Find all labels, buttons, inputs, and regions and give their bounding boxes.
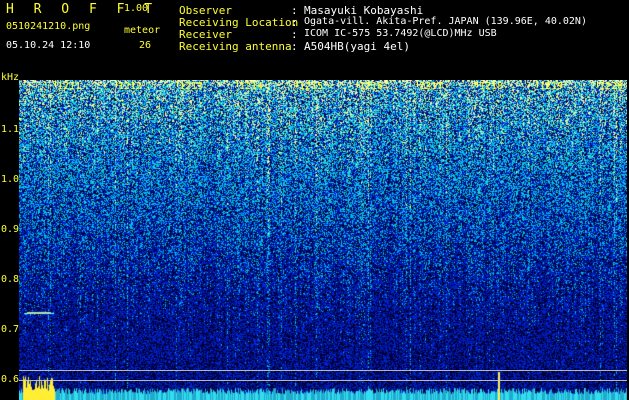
time-label: 1217 [419,81,444,92]
reference-line [19,370,627,371]
time-label: 1218 [479,81,504,92]
time-label: 1219 [539,81,564,92]
freq-label: 1.1 [1,124,20,135]
meteor-label: meteor [124,25,161,36]
time-label: 1216 [359,81,384,92]
time-label: 1214 [239,81,264,92]
info-value-receiver: ICOM IC-575 53.7492(@LCD)MHz USB [304,28,497,39]
tick-mark [597,81,598,87]
meteor-count: 26 [139,40,152,51]
info-value-antenna: A504HB(yagi 4el) [304,40,410,53]
time-label: 1211 [57,81,82,92]
freq-label: 0.6 [1,374,20,385]
freq-label: 0.7 [1,324,20,335]
axis-unit: kHz [1,72,20,83]
tick-mark [477,81,478,87]
info-sep: : [291,28,298,41]
time-label: 1212 [118,81,143,92]
spectrogram-canvas [19,80,627,400]
tick-mark [116,81,117,87]
freq-label: 0.8 [1,274,20,285]
date-time: 05.10.24 12:10 [6,40,91,51]
info-value-observer: Masayuki Kobayashi [304,4,424,17]
tick-mark [537,81,538,87]
header-panel: H R O F F T 1.00 0510241210.png meteor 0… [0,0,629,80]
freq-label: 0.9 [1,224,20,235]
tick-mark [55,81,56,87]
app-version: 1.00 [124,3,149,14]
tick-mark [417,81,418,87]
info-label: Receiving Location [179,16,299,29]
info-sep: : [291,16,298,29]
tick-mark [357,81,358,87]
info-label: Observer [179,4,232,17]
spectrogram [19,80,627,400]
info-label: Receiving antenna [179,40,292,53]
time-label: 1215 [299,81,324,92]
info-sep: : [291,40,298,53]
freq-label: 1.0 [1,174,20,185]
info-value-location: Ogata-vill. Akita-Pref. JAPAN (139.96E, … [304,16,587,27]
time-label: 1220 [599,81,624,92]
tick-mark [177,81,178,87]
reference-line [19,380,627,381]
tick-mark [297,81,298,87]
info-label: Receiver [179,28,232,41]
tick-mark [237,81,238,87]
info-sep: : [291,4,298,17]
time-label: 1213 [179,81,204,92]
file-name: 0510241210.png [6,21,91,32]
